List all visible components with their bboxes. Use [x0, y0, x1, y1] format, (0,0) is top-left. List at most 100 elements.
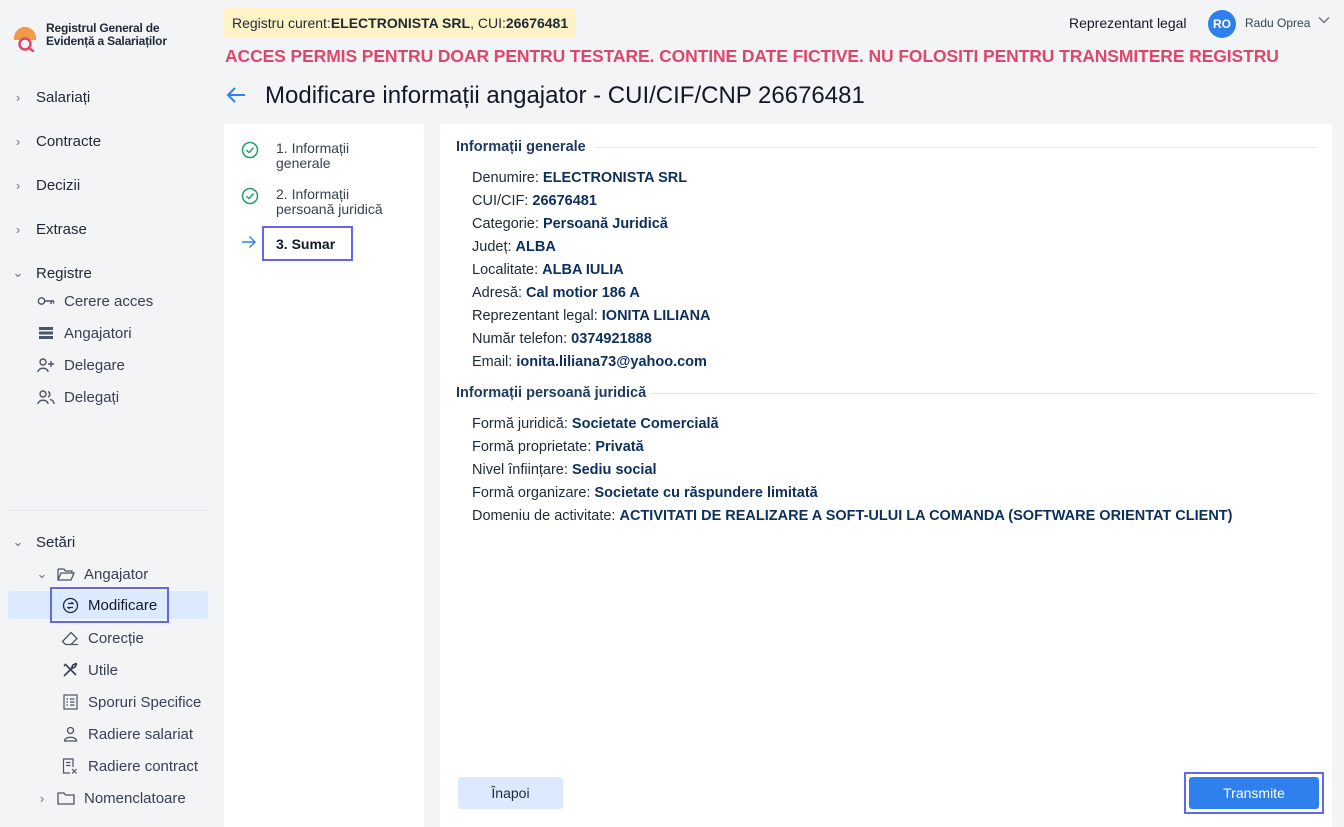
- field-value: 0374921888: [571, 331, 652, 347]
- sidebar-item-registre[interactable]: ⌄ Registre: [8, 259, 92, 287]
- chevron-right-icon: ›: [15, 89, 21, 105]
- sidebar-item-label: Radiere contract: [88, 757, 199, 775]
- field-value: Societate Comercială: [571, 416, 719, 432]
- sidebar-item-angajatori[interactable]: Angajatori: [36, 319, 132, 347]
- field-domeniu-activitate: Domeniu de activitate: ACTIVITATI DE REA…: [472, 508, 1232, 524]
- chevron-down-icon: ⌄: [12, 265, 24, 280]
- app-logo[interactable]: Registrul General de Evidență a Salariaț…: [10, 22, 167, 53]
- sidebar-item-sporuri-specifice[interactable]: Sporuri Specifice: [60, 688, 201, 716]
- field-label: Număr telefon:: [472, 331, 572, 347]
- sidebar-item-modificare[interactable]: Modificare: [49, 587, 170, 623]
- user-icon: [60, 724, 80, 744]
- sidebar-item-radiere-salariat[interactable]: Radiere salariat: [60, 720, 193, 748]
- sidebar-item-contracte[interactable]: › Contracte: [8, 127, 101, 155]
- sidebar-item-label: Registre: [36, 264, 92, 282]
- sidebar-item-extrase[interactable]: › Extrase: [8, 215, 87, 243]
- sidebar: Registrul General de Evidență a Salariaț…: [0, 0, 216, 827]
- field-nivel-infiintare: Nivel înființare: Sediu social: [472, 462, 657, 478]
- sidebar-item-label: Decizii: [36, 176, 81, 194]
- sidebar-item-delegati[interactable]: Delegați: [36, 383, 119, 411]
- field-forma-juridica: Formă juridică: Societate Comercială: [472, 416, 719, 432]
- field-label: Domeniu de activitate:: [472, 508, 620, 524]
- field-value: IONITA LILIANA: [601, 308, 711, 324]
- field-denumire: Denumire: ELECTRONISTA SRL: [472, 170, 687, 186]
- step-label: 1. Informații: [276, 140, 350, 156]
- sidebar-item-nomenclatoare[interactable]: › Nomenclatoare: [32, 784, 186, 812]
- field-telefon: Număr telefon: 0374921888: [472, 331, 652, 347]
- registry-name: ELECTRONISTA SRL: [330, 15, 471, 31]
- folder-open-icon: [56, 564, 76, 584]
- field-categorie: Categorie: Persoană Juridică: [472, 216, 668, 232]
- summary-panel: Informații generale Denumire: ELECTRONIS…: [440, 124, 1332, 827]
- registry-prefix: Registru curent:: [232, 15, 331, 31]
- logo-icon: [10, 22, 40, 53]
- field-value: Societate cu răspundere limitată: [594, 485, 818, 501]
- field-email: Email: ionita.liliana73@yahoo.com: [472, 354, 707, 370]
- field-value: Sediu social: [571, 462, 657, 478]
- user-name[interactable]: Radu Oprea: [1245, 16, 1310, 30]
- back-button[interactable]: Înapoi: [458, 777, 563, 809]
- step-label: generale: [276, 155, 331, 171]
- sidebar-item-delegare[interactable]: Delegare: [36, 351, 125, 379]
- current-registry-badge: Registru curent: ELECTRONISTA SRL , CUI:…: [224, 8, 577, 38]
- field-localitate: Localitate: ALBA IULIA: [472, 262, 624, 278]
- registry-cui-prefix: , CUI:: [470, 15, 506, 31]
- field-forma-organizare: Formă organizare: Societate cu răspunder…: [472, 485, 818, 501]
- document-remove-icon: [60, 756, 80, 776]
- section-title-legal: Informații persoană juridică: [456, 385, 647, 401]
- sidebar-item-label: Cerere acces: [64, 292, 154, 310]
- sidebar-item-label: Extrase: [36, 220, 87, 238]
- list-icon: [36, 323, 56, 343]
- step-1[interactable]: 1. Informații generale: [240, 141, 349, 171]
- field-label: Localitate:: [472, 262, 543, 278]
- step-3-current[interactable]: 3. Sumar: [262, 226, 353, 261]
- back-arrow-icon[interactable]: [226, 84, 246, 110]
- sidebar-item-label: Salariați: [36, 88, 91, 106]
- step-label: persoană juridică: [276, 201, 383, 217]
- sidebar-item-utile[interactable]: Utile: [60, 656, 118, 684]
- sidebar-item-label: Angajator: [84, 565, 149, 583]
- form-icon: [60, 692, 80, 712]
- chevron-right-icon: ›: [15, 133, 21, 149]
- sidebar-item-angajator[interactable]: ⌄ Angajator: [32, 560, 149, 588]
- chevron-right-icon: ›: [15, 177, 21, 193]
- chevron-down-icon[interactable]: [1318, 13, 1330, 27]
- eraser-icon: [60, 628, 80, 648]
- field-label: Nivel înființare:: [472, 462, 572, 478]
- field-label: Email:: [472, 354, 517, 370]
- arrow-right-icon: [241, 235, 257, 254]
- sidebar-item-radiere-contract[interactable]: Radiere contract: [60, 752, 198, 780]
- check-circle-icon: [240, 187, 260, 205]
- registry-cui: 26676481: [505, 15, 569, 31]
- step-2[interactable]: 2. Informații persoană juridică: [240, 187, 383, 217]
- sidebar-item-cerere-acces[interactable]: Cerere acces: [36, 287, 153, 315]
- field-label: Adresă:: [472, 285, 526, 301]
- field-label: CUI/CIF:: [472, 193, 533, 209]
- step-label: 2. Informații: [276, 186, 350, 202]
- logo-line-2: Evidență a Salariaților: [46, 34, 167, 48]
- field-forma-proprietate: Formă proprietate: Privată: [472, 439, 644, 455]
- field-value: 26676481: [532, 193, 597, 209]
- sidebar-item-setari[interactable]: ⌄ Setări: [8, 528, 76, 556]
- field-label: Formă juridică:: [472, 416, 572, 432]
- sidebar-divider: [8, 510, 208, 511]
- field-value: ionita.liliana73@yahoo.com: [516, 354, 707, 370]
- sidebar-item-label: Delegare: [64, 356, 125, 374]
- field-label: Formă organizare:: [472, 485, 595, 501]
- sidebar-item-salariati[interactable]: › Salariați: [8, 83, 90, 111]
- sidebar-item-label: Corecție: [88, 629, 144, 647]
- sidebar-item-corectie[interactable]: Corecție: [60, 624, 144, 652]
- field-value: ELECTRONISTA SRL: [542, 170, 688, 186]
- submit-button-focus: Transmite: [1184, 772, 1324, 814]
- avatar[interactable]: RO: [1208, 10, 1236, 38]
- chevron-right-icon: ›: [39, 790, 45, 806]
- field-value: ACTIVITATI DE REALIZARE A SOFT-ULUI LA C…: [619, 508, 1233, 524]
- field-label: Categorie:: [472, 216, 543, 232]
- submit-button[interactable]: Transmite: [1189, 777, 1319, 809]
- sidebar-item-decizii[interactable]: › Decizii: [8, 171, 80, 199]
- check-circle-icon: [240, 141, 260, 159]
- section-title-general: Informații generale: [456, 139, 586, 155]
- sidebar-item-label: Sporuri Specifice: [88, 693, 202, 711]
- field-label: Județ:: [472, 239, 516, 255]
- field-value: Cal motior 186 A: [526, 285, 640, 301]
